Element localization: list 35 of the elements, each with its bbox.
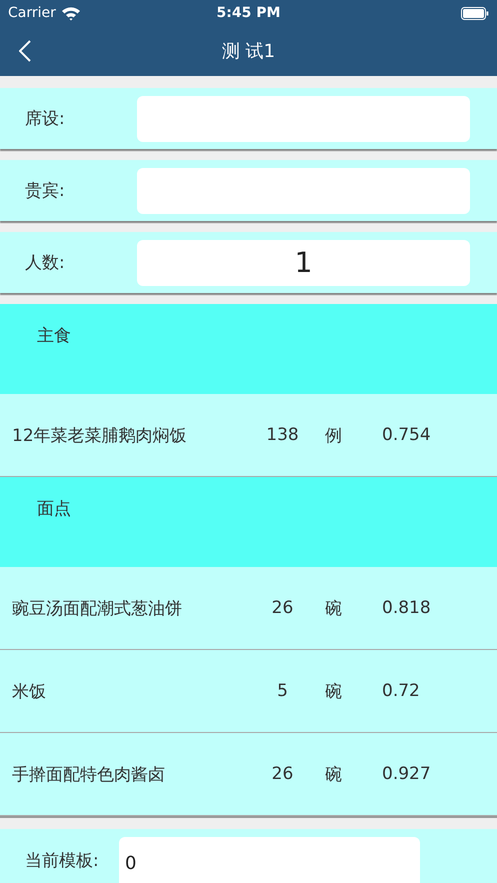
input-field[interactable]: 1 bbox=[137, 240, 470, 286]
item-name: 米饭 bbox=[11, 680, 47, 702]
item-name: 手擀面配特色肉酱卤 bbox=[11, 764, 166, 786]
input-field[interactable] bbox=[137, 96, 470, 142]
item-unit: 碗 bbox=[325, 598, 343, 620]
list-row[interactable]: 米饭 5 碗 0.72 bbox=[0, 650, 497, 733]
item-name: 12年菜老菜脯鹅肉焖饭 bbox=[11, 424, 188, 446]
item-unit: 例 bbox=[325, 424, 343, 446]
item-price: 0.754 bbox=[382, 425, 431, 445]
wifi-icon bbox=[60, 6, 81, 20]
section-title: 面点 bbox=[37, 499, 71, 519]
field-label: 贵宾: bbox=[24, 180, 66, 202]
list-row[interactable]: 手擀面配特色肉酱卤 26 碗 0.927 bbox=[0, 733, 497, 816]
list-row[interactable]: 12年菜老菜脯鹅肉焖饭 138 例 0.754 bbox=[0, 394, 497, 477]
item-quantity: 26 bbox=[270, 598, 294, 618]
item-price: 0.818 bbox=[382, 598, 431, 618]
status-time: 5:45 PM bbox=[216, 5, 280, 21]
nav-title: 测 试1 bbox=[222, 40, 276, 63]
input-field[interactable]: 0 bbox=[119, 837, 420, 883]
item-unit: 碗 bbox=[325, 764, 343, 786]
field-label: 席设: bbox=[24, 108, 66, 130]
item-quantity: 138 bbox=[265, 425, 300, 445]
list-row[interactable]: 豌豆汤面配潮式葱油饼 26 碗 0.818 bbox=[0, 567, 497, 650]
input-field[interactable] bbox=[137, 168, 470, 214]
field-label: 当前模板: bbox=[24, 850, 100, 872]
item-unit: 碗 bbox=[325, 680, 343, 702]
item-price: 0.72 bbox=[382, 681, 420, 701]
section-title: 主食 bbox=[37, 326, 71, 346]
item-price: 0.927 bbox=[382, 764, 431, 784]
item-quantity: 26 bbox=[270, 764, 294, 784]
field-label: 人数: bbox=[24, 252, 66, 274]
battery-icon bbox=[461, 6, 489, 20]
carrier-label: Carrier bbox=[8, 5, 56, 21]
item-name: 豌豆汤面配潮式葱油饼 bbox=[11, 598, 183, 620]
item-quantity: 5 bbox=[276, 681, 289, 701]
